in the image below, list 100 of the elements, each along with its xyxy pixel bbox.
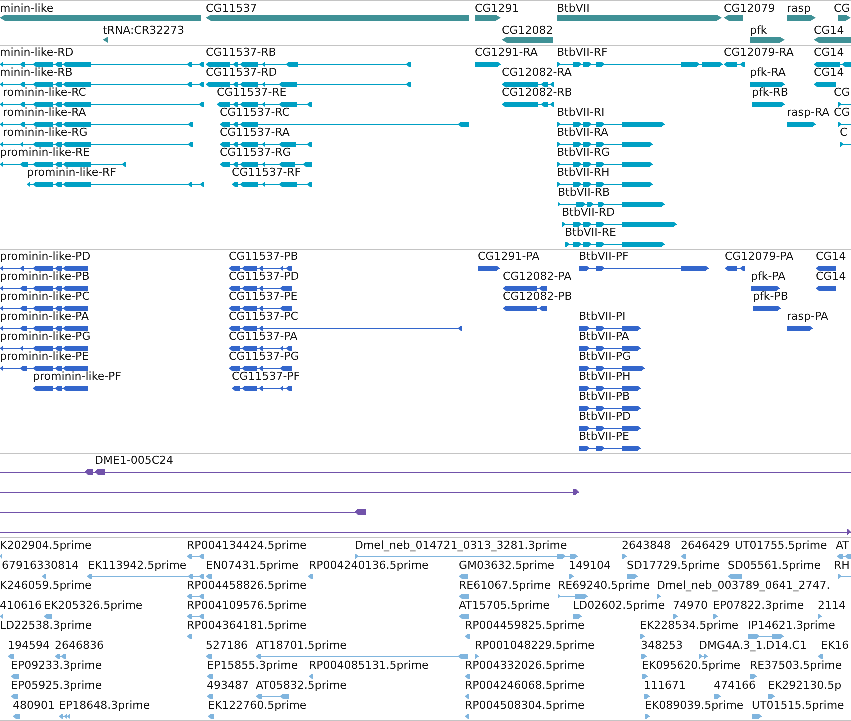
read-label: K202904.5prime — [0, 539, 92, 552]
read-label: RP004508304.5prime — [465, 699, 585, 712]
read-label: EK16 — [821, 639, 850, 652]
read-label: RP004240136.5prime — [309, 559, 429, 572]
transcript-label: CG11537-RC — [220, 106, 290, 119]
transcript-label: CG — [834, 86, 850, 99]
read-label: EP15855.3prime — [207, 659, 298, 672]
protein-label: BtbVII-PD — [579, 410, 631, 423]
protein-label: pfk-PA — [751, 270, 786, 283]
transcript-label: CG14 — [814, 66, 844, 79]
transcript-label: BtbVII-RD — [562, 206, 615, 219]
protein-label: prominin-like-PB — [0, 270, 90, 283]
read-label: RE69240.5prime — [558, 579, 650, 592]
read-label: UT01755.5prime — [735, 539, 828, 552]
read-label: EK095620.5prime — [642, 659, 741, 672]
transcript-label: CG11537-RF — [232, 166, 302, 179]
transcript-label: BtbVII-RF — [557, 46, 608, 59]
protein-label: rasp-PA — [787, 310, 828, 323]
protein-label: CG11537-PF — [232, 370, 300, 383]
transcript-label: CG12082-RB — [502, 86, 572, 99]
protein-label: CG11537-PB — [229, 250, 298, 263]
transcript-label: CG1291-RA — [475, 46, 538, 59]
gene-label: rasp — [787, 2, 811, 15]
protein-label: BtbVII-PI — [579, 310, 626, 323]
protein-label: BtbVII-PE — [579, 430, 630, 443]
read-label: Dmel_neb_003789_0641_2747. — [657, 579, 830, 592]
gene-label: CG14 — [814, 24, 844, 37]
read-label: 527186 — [206, 639, 248, 652]
transcript-label: CG14 — [814, 46, 844, 59]
gene-label: CG12079 — [724, 2, 776, 15]
transcript-label: pfk-RA — [750, 66, 786, 79]
read-label: AT — [836, 539, 850, 552]
read-label: LD02602.5prime — [573, 599, 666, 612]
read-label: 2114 — [818, 599, 846, 612]
read-label: EK089039.5prime — [645, 699, 744, 712]
read-label: RP004364181.5prime — [187, 619, 307, 632]
protein-label: CG14 — [816, 250, 846, 263]
read-label: 67916330814 — [2, 559, 79, 572]
read-label: 149104 — [569, 559, 611, 572]
transcript-label: CG11537-RD — [206, 66, 278, 79]
transcript-label: rominin-like-RG — [3, 126, 88, 139]
read-label: 194594 — [8, 639, 50, 652]
read-label: 493487 — [207, 679, 249, 692]
gene-label: CG11537 — [206, 2, 258, 15]
transcript-label: CG12079-RA — [724, 46, 794, 59]
protein-label: CG12082-PA — [503, 270, 572, 283]
protein-label: CG11537-PC — [229, 310, 298, 323]
transcript-label: rasp-RA — [787, 106, 830, 119]
read-label: 111671 — [644, 679, 686, 692]
read-label: RP004246068.5prime — [465, 679, 585, 692]
transcript-label: minin-like-RD — [0, 46, 74, 59]
transcript-label: rominin-like-RA — [3, 106, 86, 119]
read-label: EP05925.3prime — [11, 679, 102, 692]
transcript-label: CG11537-RA — [220, 126, 290, 139]
transcript-label: pfk-RB — [752, 86, 788, 99]
read-label: LD22538.3prime — [0, 619, 92, 632]
transcript-label: BtbVII-RA — [557, 126, 609, 139]
protein-label: CG14 — [816, 270, 846, 283]
protein-label: BtbVII-PB — [579, 390, 630, 403]
read-label: RP004109576.5prime — [187, 599, 307, 612]
protein-label: BtbVII-PG — [579, 350, 631, 363]
gene-label: pfk — [750, 24, 768, 37]
protein-label: CG12079-PA — [725, 250, 794, 263]
read-label: RP004458826.5prime — [187, 579, 307, 592]
protein-label: prominin-like-PD — [0, 250, 91, 263]
read-label: 2646836 — [55, 639, 104, 652]
transcript-label: CG — [834, 106, 850, 119]
read-label: EK113942.5prime — [88, 559, 187, 572]
transcript-label: BtbVII-RI — [557, 106, 605, 119]
read-label: RP004134424.5prime — [187, 539, 307, 552]
read-label: RP004459825.5prime — [465, 619, 585, 632]
read-label: RP004332026.5prime — [465, 659, 585, 672]
protein-label: prominin-like-PA — [0, 310, 90, 323]
transcript-label: minin-like-RB — [0, 66, 73, 79]
read-label: AT15705.5prime — [459, 599, 550, 612]
read-label: IP14621.3prime — [748, 619, 836, 632]
gene-label: CG — [834, 2, 850, 15]
read-label: 474166 — [714, 679, 756, 692]
protein-label: CG12082-PB — [503, 290, 572, 303]
read-label: EK228534.5prime — [640, 619, 739, 632]
gene-label: tRNA:CR32273 — [103, 24, 185, 37]
protein-label: CG11537-PG — [229, 350, 300, 363]
read-label: 410616 — [0, 599, 42, 612]
read-label: RE61067.5prime — [459, 579, 552, 592]
transcript-label: CG11537-RG — [220, 146, 292, 159]
read-label: 348253 — [641, 639, 683, 652]
transcript-label: C — [840, 126, 848, 139]
transcript-label: BtbVII-RE — [565, 226, 616, 239]
transcript-label: prominin-like-RF — [27, 166, 117, 179]
transcript-label: rominin-like-RC — [3, 86, 86, 99]
transcript-label: BtbVII-RH — [557, 166, 610, 179]
protein-label: pfk-PB — [753, 290, 788, 303]
read-label: DMG4A.3_1.D14.C1 — [699, 639, 807, 652]
protein-label: CG11537-PE — [229, 290, 298, 303]
gene-label: BtbVII — [557, 2, 590, 15]
read-label: RP004085131.5prime — [309, 659, 429, 672]
gene-label: minin-like — [0, 2, 54, 15]
protein-label: prominin-like-PG — [0, 330, 91, 343]
read-label: EK205326.5prime — [44, 599, 143, 612]
read-label: EK292130.5p — [768, 679, 842, 692]
